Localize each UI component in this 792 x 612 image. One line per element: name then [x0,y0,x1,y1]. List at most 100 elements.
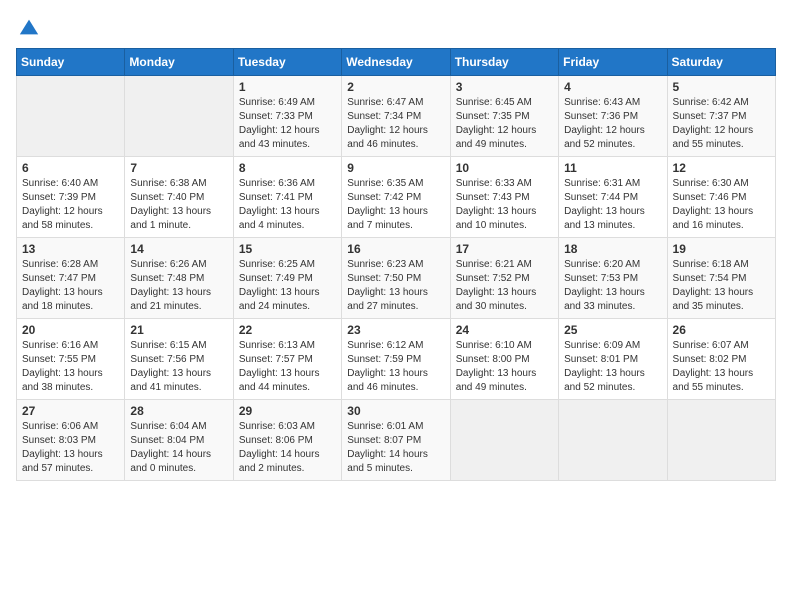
day-number: 22 [239,323,336,337]
calendar-cell: 16 Sunrise: 6:23 AMSunset: 7:50 PMDayligh… [342,238,450,319]
calendar-cell: 11Sunrise: 6:31 AMSunset: 7:44 PMDayligh… [559,157,667,238]
calendar-cell: 14Sunrise: 6:26 AMSunset: 7:48 PMDayligh… [125,238,233,319]
calendar-cell: 28 Sunrise: 6:04 AMSunset: 8:04 PMDayligh… [125,400,233,481]
calendar-header-row: SundayMondayTuesdayWednesdayThursdayFrid… [17,49,776,76]
calendar-cell: 2 Sunrise: 6:47 AMSunset: 7:34 PMDaylight… [342,76,450,157]
day-info: Sunrise: 6:12 AMSunset: 7:59 PMDaylight:… [347,339,444,395]
day-number: 2 [347,80,444,94]
day-info: Sunrise: 6:09 AMSunset: 8:01 PMDaylight:… [564,339,661,395]
day-header-friday: Friday [559,49,667,76]
day-info: Sunrise: 6:06 AMSunset: 8:03 PMDaylight:… [22,420,119,476]
day-header-wednesday: Wednesday [342,49,450,76]
day-number: 28 [130,404,227,418]
logo [16,16,40,38]
calendar-cell: 29 Sunrise: 6:03 AMSunset: 8:06 PMDayligh… [233,400,341,481]
day-info: Sunrise: 6:42 AMSunset: 7:37 PMDaylight:… [673,96,770,152]
day-number: 19 [673,242,770,256]
calendar-table: SundayMondayTuesdayWednesdayThursdayFrid… [16,48,776,481]
calendar-cell: 27 Sunrise: 6:06 AMSunset: 8:03 PMDayligh… [17,400,125,481]
calendar-cell: 12 Sunrise: 6:30 AMSunset: 7:46 PMDayligh… [667,157,775,238]
calendar-cell: 25 Sunrise: 6:09 AMSunset: 8:01 PMDayligh… [559,319,667,400]
calendar-cell: 10Sunrise: 6:33 AMSunset: 7:43 PMDayligh… [450,157,558,238]
calendar-cell [667,400,775,481]
day-info: Sunrise: 6:20 AMSunset: 7:53 PMDaylight:… [564,258,661,314]
calendar-cell: 9Sunrise: 6:35 AMSunset: 7:42 PMDaylight… [342,157,450,238]
day-info: Sunrise: 6:49 AMSunset: 7:33 PMDaylight:… [239,96,336,152]
calendar-cell: 20 Sunrise: 6:16 AMSunset: 7:55 PMDayligh… [17,319,125,400]
calendar-cell [559,400,667,481]
day-info: Sunrise: 6:21 AMSunset: 7:52 PMDaylight:… [456,258,553,314]
day-number: 20 [22,323,119,337]
calendar-cell: 4 Sunrise: 6:43 AMSunset: 7:36 PMDaylight… [559,76,667,157]
day-info: Sunrise: 6:47 AMSunset: 7:34 PMDaylight:… [347,96,444,152]
day-number: 23 [347,323,444,337]
calendar-cell: 22 Sunrise: 6:13 AMSunset: 7:57 PMDayligh… [233,319,341,400]
day-info: Sunrise: 6:04 AMSunset: 8:04 PMDaylight:… [130,420,227,476]
day-number: 29 [239,404,336,418]
calendar-cell: 8 Sunrise: 6:36 AMSunset: 7:41 PMDaylight… [233,157,341,238]
calendar-cell: 3 Sunrise: 6:45 AMSunset: 7:35 PMDaylight… [450,76,558,157]
week-row-2: 6Sunrise: 6:40 AMSunset: 7:39 PMDaylight… [17,157,776,238]
calendar-cell [17,76,125,157]
day-info: Sunrise: 6:16 AMSunset: 7:55 PMDaylight:… [22,339,119,395]
day-info: Sunrise: 6:28 AMSunset: 7:47 PMDaylight:… [22,258,119,314]
day-info: Sunrise: 6:40 AMSunset: 7:39 PMDaylight:… [22,177,119,233]
day-number: 8 [239,161,336,175]
day-number: 12 [673,161,770,175]
page-header [16,16,776,38]
calendar-cell: 30 Sunrise: 6:01 AMSunset: 8:07 PMDayligh… [342,400,450,481]
calendar-cell: 13 Sunrise: 6:28 AMSunset: 7:47 PMDayligh… [17,238,125,319]
week-row-3: 13 Sunrise: 6:28 AMSunset: 7:47 PMDayligh… [17,238,776,319]
calendar-cell: 23 Sunrise: 6:12 AMSunset: 7:59 PMDayligh… [342,319,450,400]
day-info: Sunrise: 6:45 AMSunset: 7:35 PMDaylight:… [456,96,553,152]
day-info: Sunrise: 6:23 AMSunset: 7:50 PMDaylight:… [347,258,444,314]
day-info: Sunrise: 6:01 AMSunset: 8:07 PMDaylight:… [347,420,444,476]
day-number: 30 [347,404,444,418]
day-number: 15 [239,242,336,256]
day-header-sunday: Sunday [17,49,125,76]
day-number: 25 [564,323,661,337]
day-number: 14 [130,242,227,256]
calendar-cell: 18 Sunrise: 6:20 AMSunset: 7:53 PMDayligh… [559,238,667,319]
calendar-cell: 15 Sunrise: 6:25 AMSunset: 7:49 PMDayligh… [233,238,341,319]
day-info: Sunrise: 6:13 AMSunset: 7:57 PMDaylight:… [239,339,336,395]
day-number: 13 [22,242,119,256]
day-info: Sunrise: 6:38 AMSunset: 7:40 PMDaylight:… [130,177,227,233]
logo-icon [18,16,40,38]
calendar-cell: 7 Sunrise: 6:38 AMSunset: 7:40 PMDaylight… [125,157,233,238]
day-number: 7 [130,161,227,175]
day-header-saturday: Saturday [667,49,775,76]
day-info: Sunrise: 6:07 AMSunset: 8:02 PMDaylight:… [673,339,770,395]
day-info: Sunrise: 6:15 AMSunset: 7:56 PMDaylight:… [130,339,227,395]
calendar-cell: 6Sunrise: 6:40 AMSunset: 7:39 PMDaylight… [17,157,125,238]
day-header-monday: Monday [125,49,233,76]
week-row-4: 20 Sunrise: 6:16 AMSunset: 7:55 PMDayligh… [17,319,776,400]
day-number: 18 [564,242,661,256]
calendar-cell [125,76,233,157]
day-number: 4 [564,80,661,94]
day-number: 3 [456,80,553,94]
day-number: 26 [673,323,770,337]
day-info: Sunrise: 6:43 AMSunset: 7:36 PMDaylight:… [564,96,661,152]
calendar-cell [450,400,558,481]
day-header-thursday: Thursday [450,49,558,76]
day-number: 27 [22,404,119,418]
day-info: Sunrise: 6:03 AMSunset: 8:06 PMDaylight:… [239,420,336,476]
day-info: Sunrise: 6:10 AMSunset: 8:00 PMDaylight:… [456,339,553,395]
week-row-1: 1Sunrise: 6:49 AMSunset: 7:33 PMDaylight… [17,76,776,157]
day-number: 21 [130,323,227,337]
calendar-cell: 5Sunrise: 6:42 AMSunset: 7:37 PMDaylight… [667,76,775,157]
day-number: 10 [456,161,553,175]
day-info: Sunrise: 6:18 AMSunset: 7:54 PMDaylight:… [673,258,770,314]
day-number: 24 [456,323,553,337]
day-info: Sunrise: 6:30 AMSunset: 7:46 PMDaylight:… [673,177,770,233]
day-header-tuesday: Tuesday [233,49,341,76]
day-info: Sunrise: 6:36 AMSunset: 7:41 PMDaylight:… [239,177,336,233]
day-number: 9 [347,161,444,175]
week-row-5: 27 Sunrise: 6:06 AMSunset: 8:03 PMDayligh… [17,400,776,481]
calendar-cell: 1Sunrise: 6:49 AMSunset: 7:33 PMDaylight… [233,76,341,157]
day-info: Sunrise: 6:31 AMSunset: 7:44 PMDaylight:… [564,177,661,233]
day-info: Sunrise: 6:25 AMSunset: 7:49 PMDaylight:… [239,258,336,314]
day-number: 16 [347,242,444,256]
calendar-cell: 19 Sunrise: 6:18 AMSunset: 7:54 PMDayligh… [667,238,775,319]
